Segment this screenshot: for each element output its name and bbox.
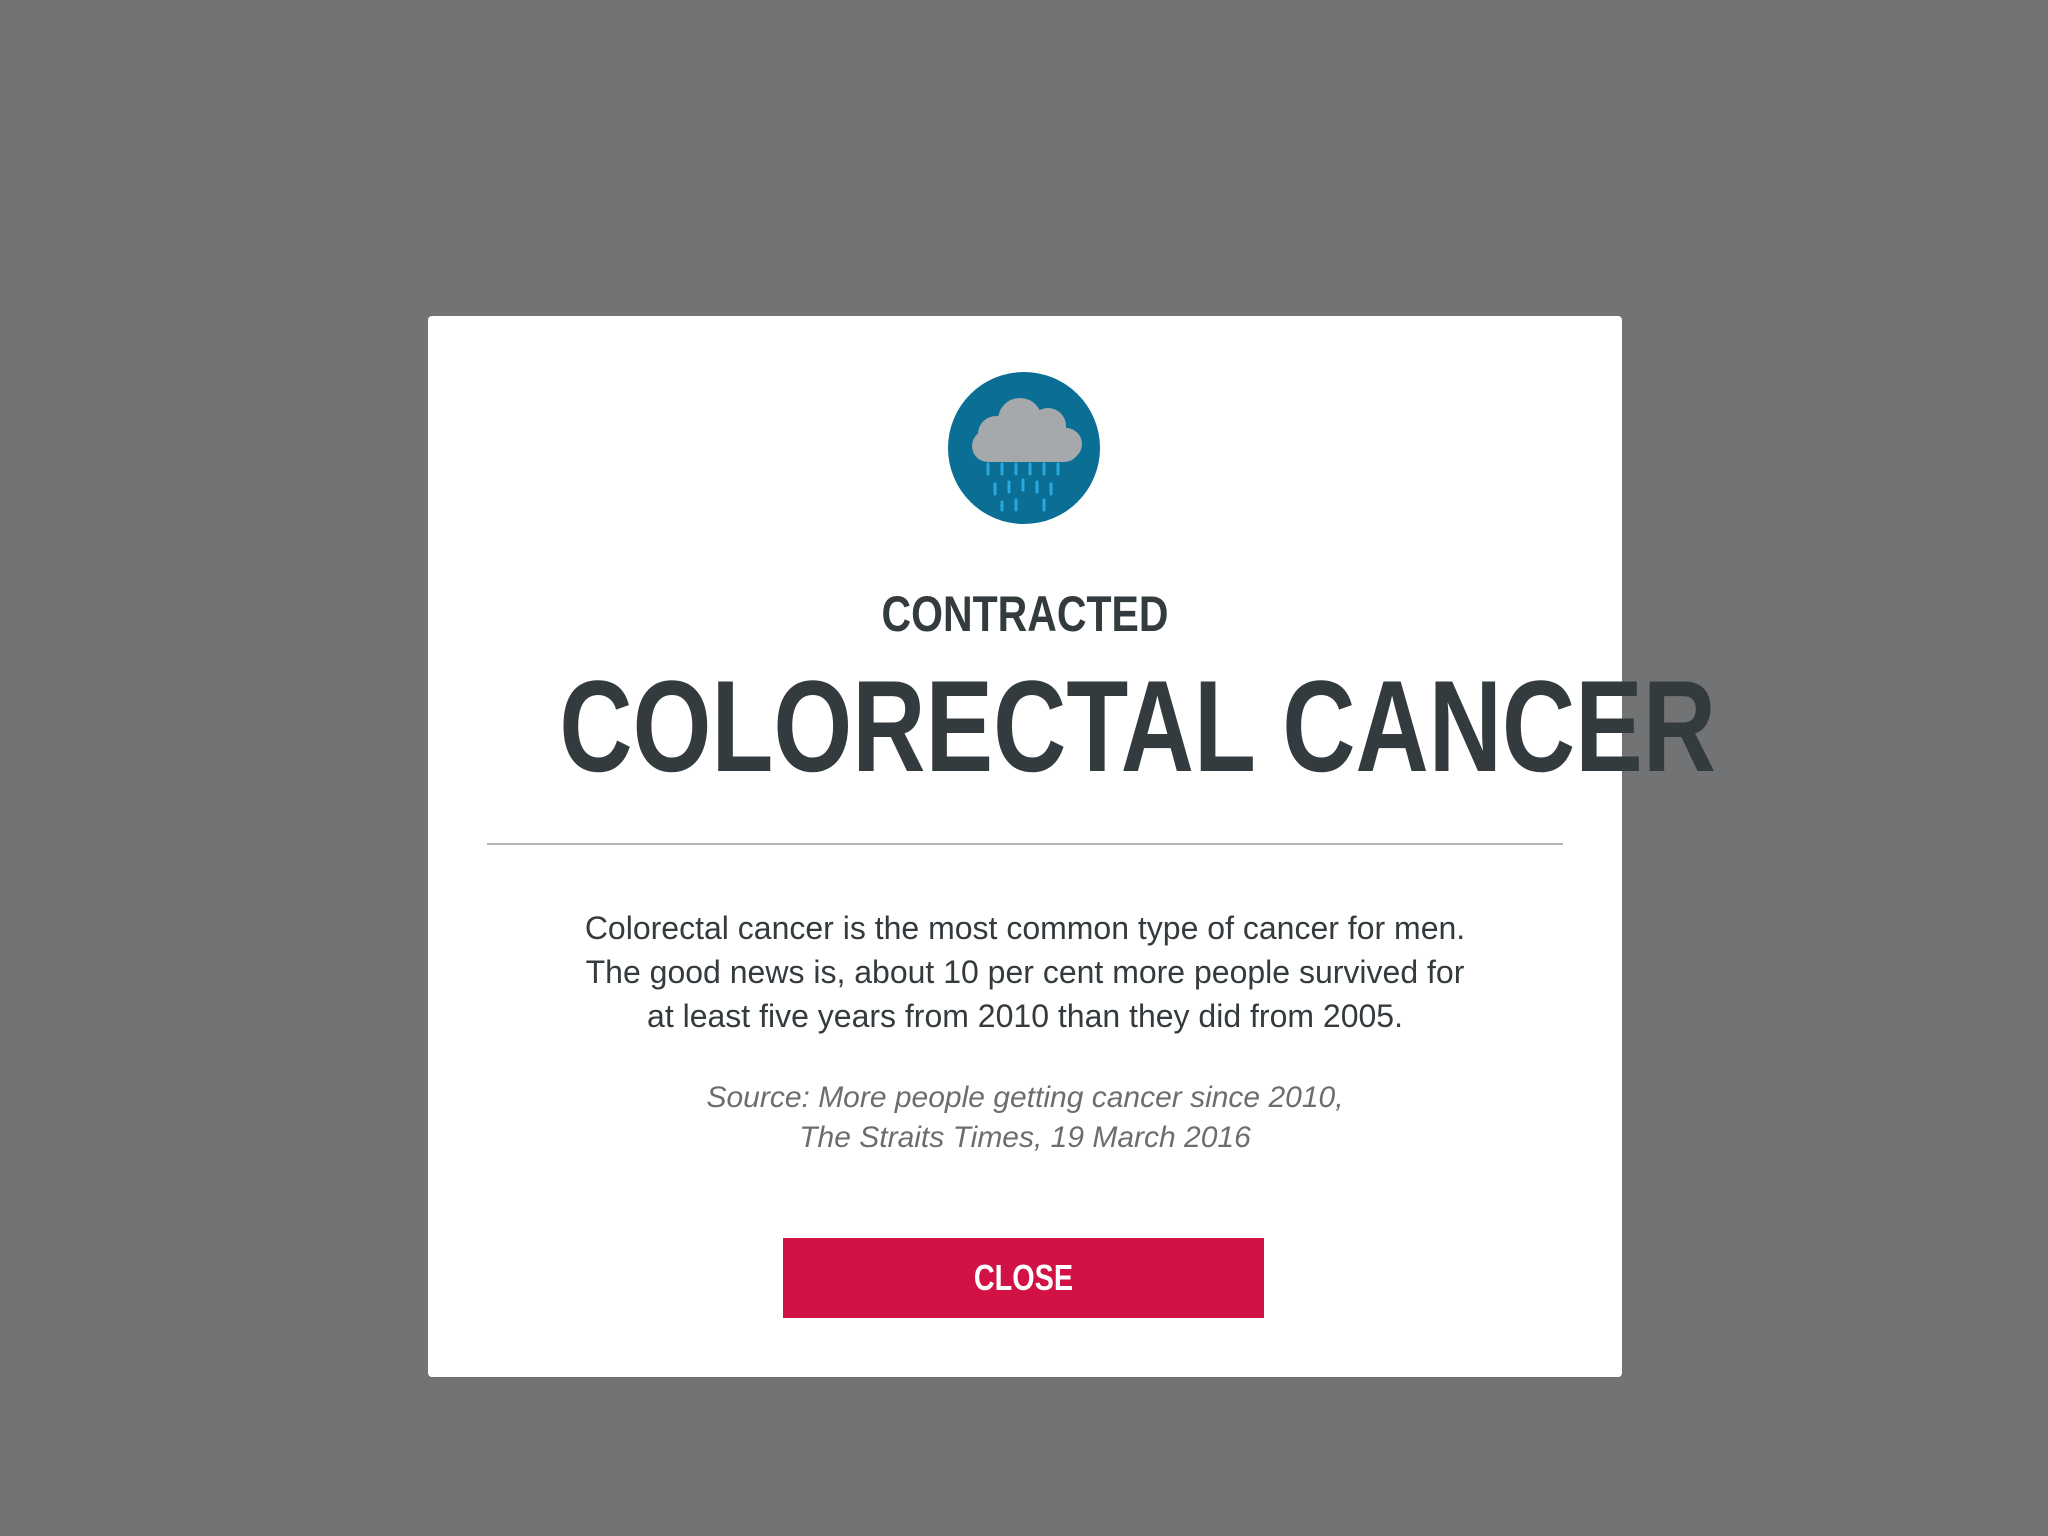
description-line: Colorectal cancer is the most common typ… [584, 910, 1466, 946]
divider [487, 843, 1563, 845]
description-line: The good news is, about 10 per cent more… [585, 954, 1465, 990]
source-line: The Straits Times, 19 March 2016 [799, 1121, 1251, 1154]
description-line: at least five years from 2010 than they … [647, 998, 1403, 1034]
modal-description: Colorectal cancer is the most common typ… [488, 906, 1562, 1038]
info-modal: CONTRACTED COLORECTAL CANCER Colorectal … [428, 316, 1717, 1377]
close-button-label: CLOSE [973, 1257, 1074, 1298]
modal-title: COLORECTAL CANCER [559, 653, 1717, 799]
modal-kicker: CONTRACTED [881, 586, 1169, 642]
source-citation: Source: More people getting cancer since… [488, 1078, 1562, 1158]
close-button[interactable]: CLOSE [783, 1238, 1264, 1318]
rain-cloud-icon [948, 372, 1100, 524]
source-line: Source: More people getting cancer since… [706, 1081, 1344, 1114]
